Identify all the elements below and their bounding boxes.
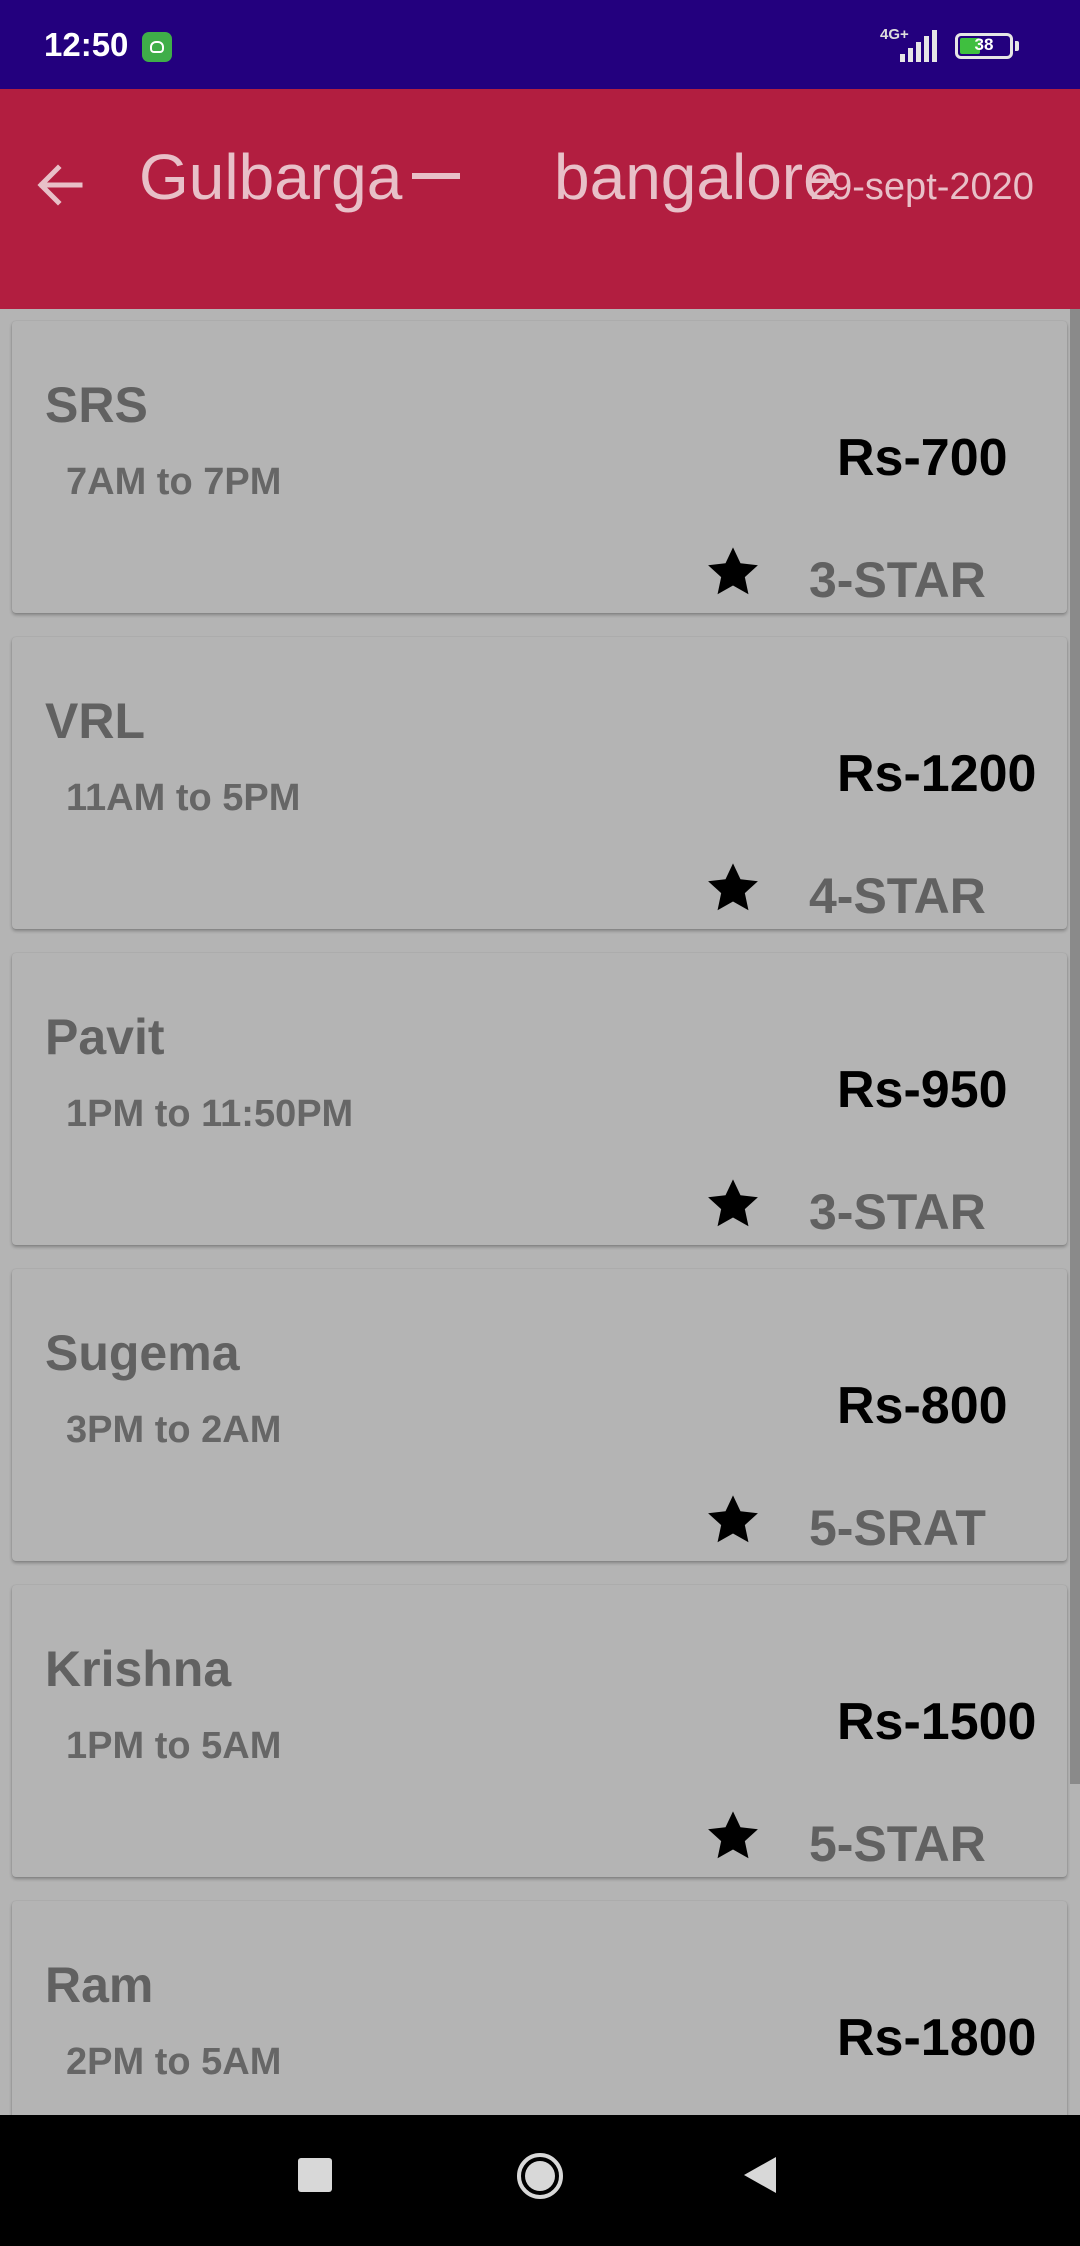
star-icon xyxy=(708,1495,758,1543)
app-notification-icon xyxy=(142,32,172,62)
home-icon[interactable] xyxy=(515,2151,565,2201)
bus-price: Rs-800 xyxy=(837,1377,1008,1435)
route-destination: bangalore xyxy=(554,141,839,213)
bus-price: Rs-1800 xyxy=(837,2009,1037,2067)
bus-name: Sugema xyxy=(45,1325,240,1381)
bus-rating: 3-STAR xyxy=(809,1184,986,1240)
signal-icon xyxy=(898,30,938,62)
recents-icon[interactable] xyxy=(298,2158,332,2192)
bus-timing: 3PM to 2AM xyxy=(66,1409,282,1451)
bus-card[interactable]: Pavit 1PM to 11:50PM Rs-950 3-STAR xyxy=(12,953,1067,1245)
status-time: 12:50 xyxy=(44,26,129,63)
bus-name: SRS xyxy=(45,377,148,433)
bus-card[interactable]: SRS 7AM to 7PM Rs-700 3-STAR xyxy=(12,321,1067,613)
bus-timing: 1PM to 11:50PM xyxy=(66,1093,354,1135)
battery-icon: 38 xyxy=(955,33,1013,59)
star-icon xyxy=(708,547,758,595)
travel-date: 29-sept-2020 xyxy=(810,166,1034,208)
bus-rating: 3-STAR xyxy=(809,552,986,608)
bus-card[interactable]: Krishna 1PM to 5AM Rs-1500 5-STAR xyxy=(12,1585,1067,1877)
bus-rating: 5-STAR xyxy=(809,1816,986,1872)
star-icon xyxy=(708,1179,758,1227)
bus-price: Rs-700 xyxy=(837,429,1008,487)
bus-card[interactable]: VRL 11AM to 5PM Rs-1200 4-STAR xyxy=(12,637,1067,929)
bus-timing: 1PM to 5AM xyxy=(66,1725,282,1767)
bus-card[interactable]: Ram 2PM to 5AM Rs-1800 xyxy=(12,1901,1067,2115)
bus-price: Rs-1200 xyxy=(837,745,1037,803)
status-bar: 12:50 4G+ 38 xyxy=(0,0,1080,89)
bus-name: Ram xyxy=(45,1957,154,2013)
bus-price: Rs-1500 xyxy=(837,1693,1037,1751)
bus-price: Rs-950 xyxy=(837,1061,1008,1119)
bus-timing: 7AM to 7PM xyxy=(66,461,282,503)
bus-rating: 5-SRAT xyxy=(809,1500,986,1556)
route-separator xyxy=(412,173,460,179)
bus-list[interactable]: SRS 7AM to 7PM Rs-700 3-STAR VRL 11AM to… xyxy=(0,309,1080,2115)
star-icon xyxy=(708,1811,758,1859)
route-origin: Gulbarga xyxy=(139,141,403,213)
back-icon[interactable] xyxy=(742,2155,778,2195)
list-scrollbar[interactable] xyxy=(1070,309,1080,1784)
bus-rating: 4-STAR xyxy=(809,868,986,924)
star-icon xyxy=(708,863,758,911)
bus-name: VRL xyxy=(45,693,145,749)
bus-timing: 11AM to 5PM xyxy=(66,777,301,819)
bus-name: Krishna xyxy=(45,1641,232,1697)
arrow-back-icon[interactable] xyxy=(30,155,90,215)
system-nav-bar xyxy=(0,2115,1080,2246)
bus-card[interactable]: Sugema 3PM to 2AM Rs-800 5-SRAT xyxy=(12,1269,1067,1561)
battery-level: 38 xyxy=(974,35,994,54)
bus-timing: 2PM to 5AM xyxy=(66,2041,282,2083)
bus-name: Pavit xyxy=(45,1009,165,1065)
